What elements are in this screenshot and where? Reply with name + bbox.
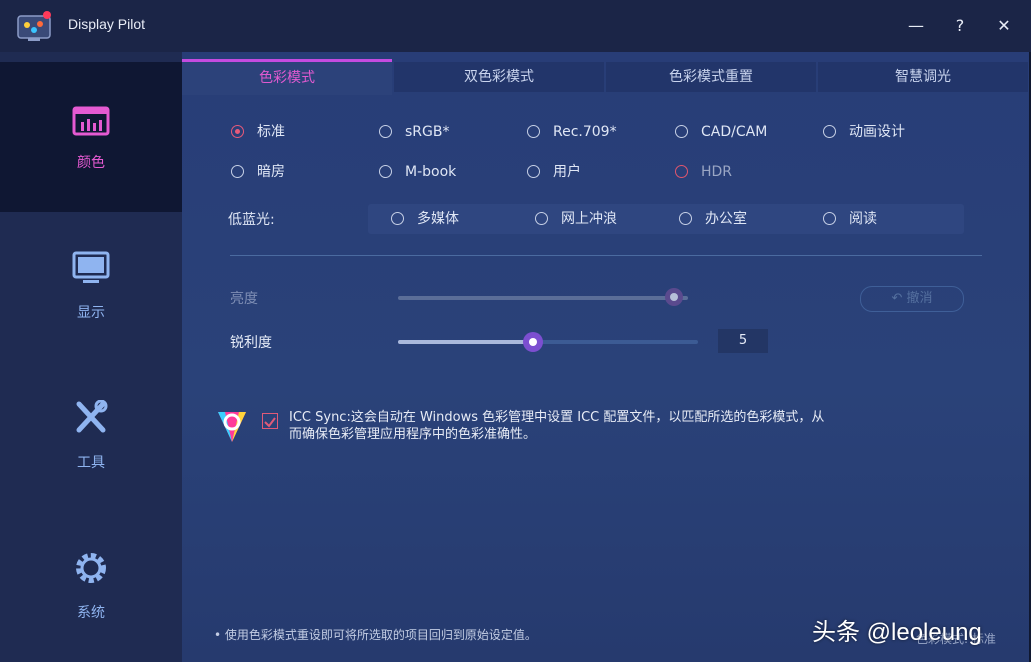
sidebar-item-label: 系统	[77, 605, 105, 621]
radio-label: CAD/CAM	[701, 124, 768, 140]
sidebar-item-label: 颜色	[77, 155, 105, 171]
brightness-slider-track	[398, 296, 688, 300]
divider	[230, 255, 982, 256]
sharpness-slider-thumb[interactable]	[523, 332, 543, 352]
sharpness-value[interactable]: 5	[718, 329, 768, 353]
radio-label: HDR	[701, 164, 733, 180]
brightness-label: 亮度	[230, 291, 258, 307]
close-button[interactable]: ✕	[992, 14, 1016, 38]
app-title: Display Pilot	[68, 16, 146, 32]
radio-dot	[231, 165, 244, 178]
app-logo-icon	[17, 11, 51, 41]
radio-label: 多媒体	[417, 211, 459, 227]
title-bar: Display Pilot — ? ✕	[0, 0, 1031, 52]
radio-label: 网上冲浪	[561, 211, 617, 227]
monitor-icon	[72, 251, 110, 283]
icc-sync-description: ICC Sync:这会自动在 Windows 色彩管理中设置 ICC 配置文件，…	[289, 410, 825, 442]
tab-dual-color-mode[interactable]: 双色彩模式	[394, 62, 604, 92]
radio-label: 标准	[257, 124, 285, 140]
watermark: 头条 @leoleung	[812, 619, 982, 646]
radio-dot	[675, 165, 688, 178]
sidebar: 颜色 显示 工具 系统	[0, 52, 182, 662]
color-bars-icon	[72, 106, 110, 136]
sharpness-label: 锐利度	[230, 335, 272, 351]
low-blue-label: 低蓝光:	[228, 212, 275, 228]
tab-color-mode[interactable]: 色彩模式	[182, 59, 392, 95]
radio-dot	[527, 125, 540, 138]
radio-dot	[527, 165, 540, 178]
radio-label: 动画设计	[849, 124, 905, 140]
radio-dot	[823, 125, 836, 138]
radio-dot	[379, 165, 392, 178]
gear-icon	[76, 553, 106, 583]
tab-smart-dimming[interactable]: 智慧调光	[818, 62, 1028, 92]
radio-dot	[823, 212, 836, 225]
tools-icon	[76, 400, 108, 433]
radio-dot	[231, 125, 244, 138]
radio-label: sRGB*	[405, 124, 450, 140]
checkmark-icon	[264, 417, 276, 428]
radio-dot	[379, 125, 392, 138]
sidebar-item-label: 显示	[77, 305, 105, 321]
brightness-slider-thumb[interactable]	[664, 288, 683, 306]
sidebar-item-tools[interactable]: 工具	[0, 362, 182, 512]
radio-dot	[679, 212, 692, 225]
footnote: • 使用色彩模式重设即可将所选取的项目回归到原始设定值。	[214, 628, 537, 642]
radio-label: Rec.709*	[553, 124, 617, 140]
tab-color-mode-reset[interactable]: 色彩模式重置	[606, 62, 816, 92]
help-button[interactable]: ?	[948, 14, 972, 38]
radio-label: 办公室	[705, 211, 747, 227]
radio-dot	[391, 212, 404, 225]
undo-button[interactable]: ↶ 撤消	[860, 286, 964, 312]
radio-label: 用户	[553, 164, 581, 180]
radio-dot	[675, 125, 688, 138]
sidebar-item-color[interactable]: 颜色	[0, 62, 182, 212]
radio-label: 暗房	[257, 164, 285, 180]
sidebar-item-label: 工具	[77, 455, 105, 471]
icc-sync-icon	[218, 412, 246, 442]
radio-dot	[535, 212, 548, 225]
main-panel: 色彩模式 双色彩模式 色彩模式重置 智慧调光 标准 sRGB* Rec.709*…	[182, 52, 1029, 662]
radio-label: 阅读	[849, 211, 877, 227]
sidebar-item-display[interactable]: 显示	[0, 212, 182, 362]
icc-sync-checkbox[interactable]	[262, 413, 278, 429]
undo-arrow-icon: ↶	[891, 291, 903, 306]
sidebar-item-system[interactable]: 系统	[0, 512, 182, 662]
sharpness-slider-fill	[398, 340, 533, 344]
minimize-button[interactable]: —	[904, 14, 928, 38]
radio-label: M-book	[405, 164, 457, 180]
undo-label: 撤消	[906, 291, 933, 306]
